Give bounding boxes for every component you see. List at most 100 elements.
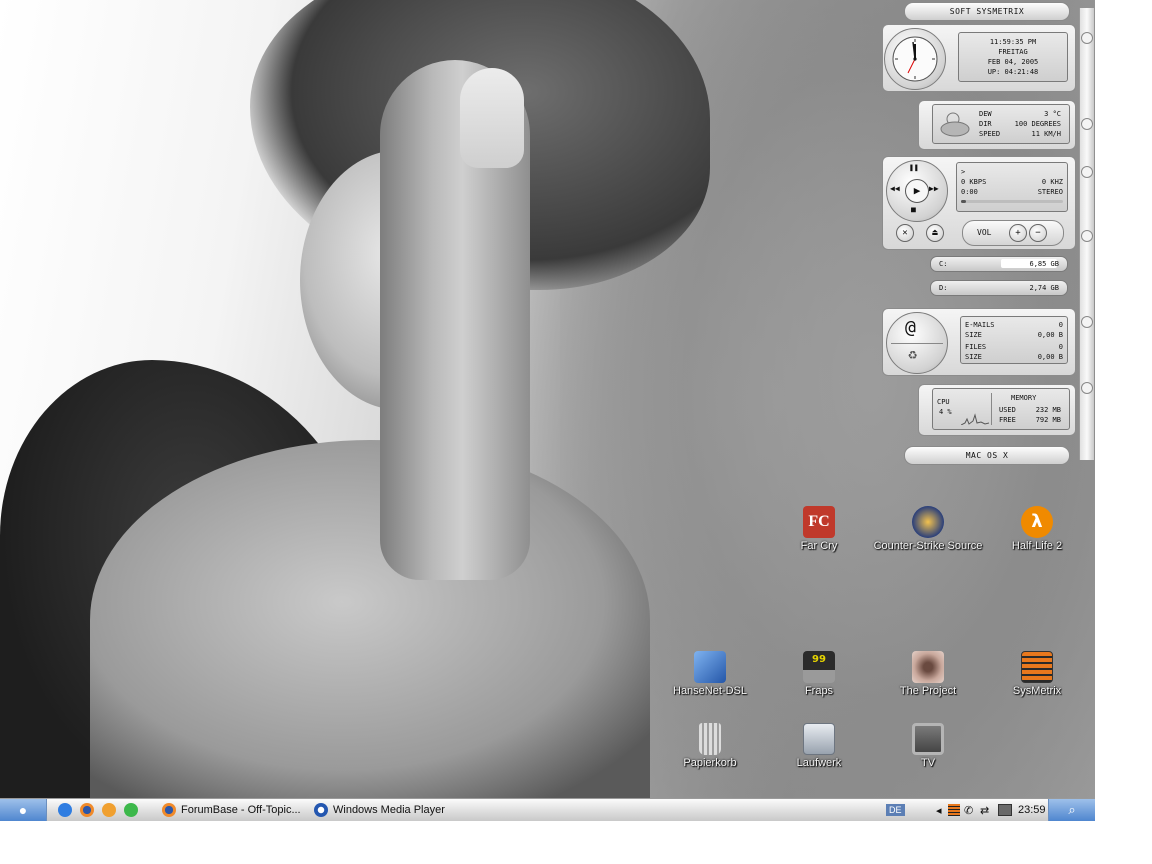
desktop-icon-half-life-2[interactable]: λ Half-Life 2 <box>982 506 1092 552</box>
weather-display: DEW 3 °C DIR 100 DEGREES SPEED 11 KM/H <box>932 104 1070 144</box>
cpu-value: 4 % <box>939 408 952 416</box>
tv-icon <box>912 723 944 755</box>
rail-knob[interactable] <box>1081 118 1093 130</box>
rail-knob[interactable] <box>1081 32 1093 44</box>
sysmetrix-widget: SOFT SYSMETRIX 11:59:35 PM FREITAG FEB 0… <box>878 0 1094 468</box>
sysmetrix-icon <box>1021 651 1053 683</box>
desktop-icon-fraps[interactable]: 99 Fraps <box>764 651 874 697</box>
icq-flower-icon <box>124 803 138 817</box>
desktop-icon-the-project[interactable]: The Project <box>873 651 983 697</box>
desktop-icon-laufwerk[interactable]: Laufwerk <box>764 723 874 769</box>
close-icon[interactable]: ✕ <box>896 224 914 242</box>
taskbar-window-title: Windows Media Player <box>333 804 445 816</box>
pause-icon[interactable]: ❚❚ <box>909 163 919 172</box>
taskbar-window-media-player[interactable]: Windows Media Player <box>314 799 454 821</box>
internet-explorer-icon <box>58 803 72 817</box>
taskbar: ● ForumBase - Off-Topic... Windows Media… <box>0 798 1095 821</box>
widget-rail <box>1079 8 1094 460</box>
desktop-icon-far-cry[interactable]: FC Far Cry <box>764 506 874 552</box>
widget-footer[interactable]: MAC OS X <box>904 446 1070 465</box>
memory-free-label: FREE <box>999 416 1016 424</box>
taskbar-window-title: ForumBase - Off-Topic... <box>181 804 301 816</box>
player-display: > 0 KBPS 0 KHZ 0:00 STEREO <box>956 162 1068 212</box>
cloud-sun-icon <box>940 112 970 137</box>
quicklaunch-media-player[interactable] <box>102 799 116 821</box>
language-indicator[interactable]: DE <box>886 799 905 821</box>
drive-d-bar[interactable]: D: 2,74 GB <box>930 280 1068 296</box>
stop-icon[interactable]: ■ <box>911 205 916 214</box>
forward-icon[interactable]: ▶▶ <box>929 184 939 193</box>
half-life-icon: λ <box>1021 506 1053 538</box>
tray-arrow-icon[interactable]: ◂ <box>936 799 942 821</box>
taskbar-clock[interactable]: 23:59 <box>1018 799 1046 821</box>
tray-phone-icon[interactable]: ✆ <box>964 799 973 821</box>
emails-size-value: 0,00 B <box>1037 331 1063 339</box>
volume-up-icon[interactable]: + <box>1009 224 1027 242</box>
language-code: DE <box>886 804 905 816</box>
weather-dew-label: DEW <box>979 110 992 118</box>
desktop-icon-tv[interactable]: TV <box>873 723 983 769</box>
desktop-icon-counter-strike[interactable]: Counter-Strike Source <box>873 506 983 552</box>
weather-dir-row: DIR 100 DEGREES <box>975 119 1065 129</box>
desktop-icon-label: Half-Life 2 <box>1011 540 1063 552</box>
desktop-icon-label: Counter-Strike Source <box>873 540 983 552</box>
player-mode: STEREO <box>1037 188 1063 196</box>
search-icon: ⌕ <box>1068 802 1076 817</box>
drive-d-value: 2,74 GB <box>1029 284 1059 292</box>
clock-time: 11:59:35 PM <box>989 38 1037 46</box>
volume-label: VOL <box>977 228 992 237</box>
counter-strike-icon <box>912 506 944 538</box>
mail-button[interactable]: @ ♻ <box>886 312 948 374</box>
quicklaunch-icq[interactable] <box>124 799 138 821</box>
rail-knob[interactable] <box>1081 166 1093 178</box>
player-progress-track[interactable] <box>961 200 1063 203</box>
memory-free-value: 792 MB <box>1035 416 1061 424</box>
emails-label: E-MAILS <box>965 321 995 329</box>
wallpaper-nail <box>460 68 524 168</box>
taskbar-window-forumbase[interactable]: ForumBase - Off-Topic... <box>162 799 302 821</box>
desktop-icon-sysmetrix[interactable]: SysMetrix <box>982 651 1092 697</box>
network-icon <box>694 651 726 683</box>
tray-sysmetrix-icon[interactable] <box>948 799 960 821</box>
start-button[interactable]: ● <box>0 799 47 821</box>
tray-network-icon[interactable]: ⇄ <box>980 799 989 821</box>
desktop: SOFT SYSMETRIX 11:59:35 PM FREITAG FEB 0… <box>0 0 1095 798</box>
search-button[interactable]: ⌕ <box>1048 799 1095 821</box>
play-icon[interactable]: ▶ <box>905 179 929 203</box>
desktop-icon-hansenet-dsl[interactable]: HanseNet-DSL <box>655 651 765 697</box>
firefox-icon <box>162 803 176 817</box>
weather-dir-label: DIR <box>979 120 992 128</box>
tray-monitor-icon[interactable] <box>998 799 1012 821</box>
rail-knob[interactable] <box>1081 230 1093 242</box>
weather-dir-value: 100 DEGREES <box>1014 120 1061 128</box>
media-player-icon <box>314 803 328 817</box>
recycle-icon: ♻ <box>908 345 918 363</box>
drive-c-bar[interactable]: C: 6,85 GB <box>930 256 1068 272</box>
eject-icon[interactable]: ⏏ <box>926 224 944 242</box>
clock-uptime: UP: 04:21:48 <box>987 68 1039 76</box>
rewind-icon[interactable]: ◀◀ <box>890 184 900 193</box>
emails-value: 0 <box>1058 321 1063 329</box>
volume-down-icon[interactable]: − <box>1029 224 1047 242</box>
media-player-icon <box>102 803 116 817</box>
widget-header[interactable]: SOFT SYSMETRIX <box>904 2 1070 21</box>
taskbar-time: 23:59 <box>1018 804 1046 816</box>
player-progress-fill <box>961 200 967 203</box>
player-khz: 0 KHZ <box>1041 178 1063 186</box>
files-size-value: 0,00 B <box>1037 353 1063 361</box>
at-icon: @ <box>905 317 916 338</box>
rail-knob[interactable] <box>1081 316 1093 328</box>
desktop-icon-papierkorb[interactable]: Papierkorb <box>655 723 765 769</box>
player-kbps: 0 KBPS <box>961 178 987 186</box>
memory-used-label: USED <box>999 406 1016 414</box>
rail-knob[interactable] <box>1081 382 1093 394</box>
weather-dew-row: DEW 3 °C <box>975 109 1065 119</box>
clock-face <box>884 28 946 90</box>
quicklaunch-firefox[interactable] <box>80 799 94 821</box>
player-position: 0:00 <box>961 188 978 196</box>
drive-d-label: D: <box>939 284 948 292</box>
desktop-icon-label: Far Cry <box>800 540 838 552</box>
quicklaunch-ie[interactable] <box>58 799 72 821</box>
clock-date: FEB 04, 2005 <box>987 58 1039 66</box>
desktop-icon-label: Papierkorb <box>683 757 737 769</box>
